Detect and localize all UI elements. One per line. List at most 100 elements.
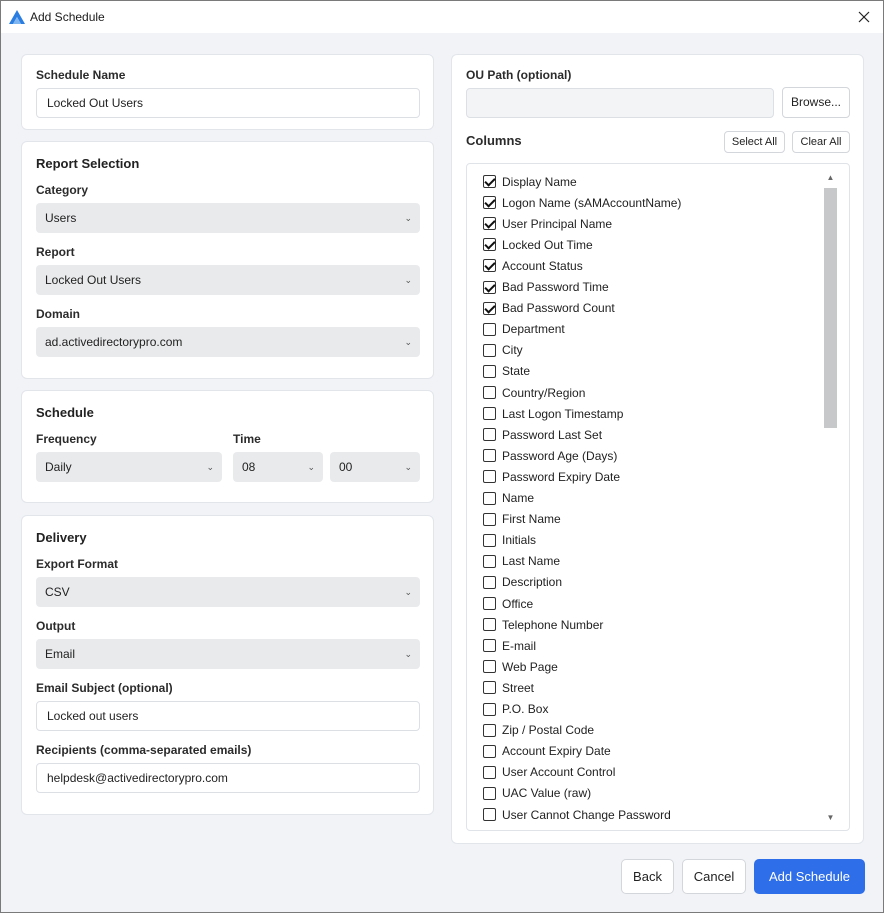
app-logo-icon xyxy=(9,10,25,24)
column-item[interactable]: Logon Name (sAMAccountName) xyxy=(483,192,681,213)
checkbox-unchecked[interactable] xyxy=(483,681,496,695)
column-item[interactable]: Password Last Set xyxy=(483,424,602,445)
checkbox-unchecked[interactable] xyxy=(483,702,496,716)
hour-select[interactable]: 08 ⌄ xyxy=(233,452,323,482)
checkbox-unchecked[interactable] xyxy=(483,597,496,610)
column-item[interactable]: Last Name xyxy=(483,551,560,572)
checkbox-unchecked[interactable] xyxy=(483,765,496,779)
checkbox-unchecked[interactable] xyxy=(483,407,496,421)
scroll-down-icon[interactable]: ▼ xyxy=(822,810,839,826)
checkbox-unchecked[interactable] xyxy=(483,554,496,568)
scrollbar-thumb[interactable] xyxy=(824,188,837,428)
column-item[interactable]: UAC Value (raw) xyxy=(483,783,591,804)
minute-select[interactable]: 00 ⌄ xyxy=(330,452,420,482)
checkbox-unchecked[interactable] xyxy=(483,364,496,378)
domain-select[interactable]: ad.activedirectorypro.com ⌄ xyxy=(36,327,420,357)
column-item[interactable]: Telephone Number xyxy=(483,614,603,635)
column-item[interactable]: Description xyxy=(483,572,562,593)
column-item[interactable]: Bad Password Time xyxy=(483,277,609,298)
ou-path-input[interactable] xyxy=(466,88,774,118)
recipients-input[interactable]: helpdesk@activedirectorypro.com xyxy=(36,763,420,793)
checkbox-unchecked[interactable] xyxy=(483,575,496,589)
column-item[interactable]: Department xyxy=(483,319,565,340)
column-item[interactable]: Zip / Postal Code xyxy=(483,720,594,741)
checkbox-checked[interactable] xyxy=(483,175,496,188)
column-item-label: Description xyxy=(502,575,563,590)
column-item[interactable]: Account Expiry Date xyxy=(483,741,611,762)
checkbox-unchecked[interactable] xyxy=(483,322,496,336)
column-item[interactable]: Web Page xyxy=(483,656,558,677)
category-select[interactable]: Users ⌄ xyxy=(36,203,420,233)
column-item[interactable]: Bad Password Count xyxy=(483,298,615,319)
chevron-down-icon: ⌄ xyxy=(404,649,412,659)
column-item[interactable]: Password Expiry Date xyxy=(483,466,620,487)
output-select[interactable]: Email ⌄ xyxy=(36,639,420,669)
close-button[interactable] xyxy=(845,1,883,33)
column-item[interactable]: Initials xyxy=(483,530,536,551)
column-item[interactable]: Last Logon Timestamp xyxy=(483,403,623,424)
cancel-button[interactable]: Cancel xyxy=(682,859,746,894)
column-item[interactable]: E-mail xyxy=(483,635,536,656)
column-item[interactable]: Street xyxy=(483,677,534,698)
column-item-label: User Account Control xyxy=(502,765,616,780)
minute-value: 00 xyxy=(339,460,353,474)
checkbox-unchecked[interactable] xyxy=(483,343,496,357)
columns-list[interactable]: User Cannot Change Password UAC Value (ra… xyxy=(466,163,850,831)
column-item[interactable]: Locked Out Time xyxy=(483,234,593,255)
columns-scrollbar[interactable]: ▲ ▼ xyxy=(822,170,839,826)
columns-title: Columns xyxy=(466,133,522,148)
column-item[interactable]: City xyxy=(483,340,523,361)
column-item[interactable]: Account Status xyxy=(483,255,583,276)
checkbox-unchecked[interactable] xyxy=(483,618,496,632)
scroll-up-icon[interactable]: ▲ xyxy=(822,170,839,186)
browse-button[interactable]: Browse... xyxy=(782,87,850,118)
select-all-button[interactable]: Select All xyxy=(724,131,785,153)
checkbox-unchecked[interactable] xyxy=(483,470,496,484)
column-item[interactable]: Name xyxy=(483,488,534,509)
column-item-label: Street xyxy=(502,680,535,695)
checkbox-unchecked[interactable] xyxy=(483,491,496,505)
column-item[interactable]: User Cannot Change Password xyxy=(483,804,671,825)
column-item[interactable]: Display Name xyxy=(483,171,577,192)
checkbox-unchecked[interactable] xyxy=(483,639,496,653)
column-item[interactable]: State xyxy=(483,361,530,382)
checkbox-unchecked[interactable] xyxy=(483,723,496,737)
checkbox-unchecked[interactable] xyxy=(483,744,496,758)
checkbox-checked[interactable] xyxy=(483,238,496,252)
add-schedule-button[interactable]: Add Schedule xyxy=(754,859,865,894)
checkbox-unchecked[interactable] xyxy=(483,386,496,399)
column-item[interactable]: First Name xyxy=(483,509,561,530)
ou-path-label: OU Path (optional) xyxy=(466,68,572,82)
column-item-label: Office xyxy=(502,596,534,611)
frequency-select[interactable]: Daily ⌄ xyxy=(36,452,222,482)
column-item[interactable]: User Principal Name xyxy=(483,213,612,234)
domain-value: ad.activedirectorypro.com xyxy=(45,335,183,349)
report-select[interactable]: Locked Out Users ⌄ xyxy=(36,265,420,295)
schedule-name-input[interactable]: Locked Out Users xyxy=(36,88,420,118)
column-item[interactable]: Password Age (Days) xyxy=(483,445,617,466)
time-label: Time xyxy=(233,432,261,446)
back-button[interactable]: Back xyxy=(621,859,674,894)
checkbox-unchecked[interactable] xyxy=(483,449,496,463)
checkbox-unchecked[interactable] xyxy=(483,660,496,674)
column-item[interactable]: User Account Control xyxy=(483,762,615,783)
checkbox-checked[interactable] xyxy=(483,259,496,273)
checkbox-checked[interactable] xyxy=(483,217,496,231)
column-item[interactable]: Country/Region xyxy=(483,382,585,403)
column-item[interactable]: Office xyxy=(483,593,533,614)
email-subject-input[interactable]: Locked out users xyxy=(36,701,420,731)
checkbox-checked[interactable] xyxy=(483,280,496,294)
checkbox-unchecked[interactable] xyxy=(483,786,496,800)
checkbox-checked[interactable] xyxy=(483,301,496,315)
checkbox-checked[interactable] xyxy=(483,196,496,210)
column-item[interactable]: P.O. Box xyxy=(483,699,548,720)
checkbox-unchecked[interactable] xyxy=(483,428,496,442)
checkbox-unchecked[interactable] xyxy=(483,512,496,526)
export-format-select[interactable]: CSV ⌄ xyxy=(36,577,420,607)
output-value: Email xyxy=(45,647,76,661)
checkbox-unchecked[interactable] xyxy=(483,808,496,821)
checkbox-unchecked[interactable] xyxy=(483,533,496,547)
column-item-label: Account Expiry Date xyxy=(502,744,611,759)
window-title: Add Schedule xyxy=(30,10,105,24)
clear-all-button[interactable]: Clear All xyxy=(792,131,850,153)
